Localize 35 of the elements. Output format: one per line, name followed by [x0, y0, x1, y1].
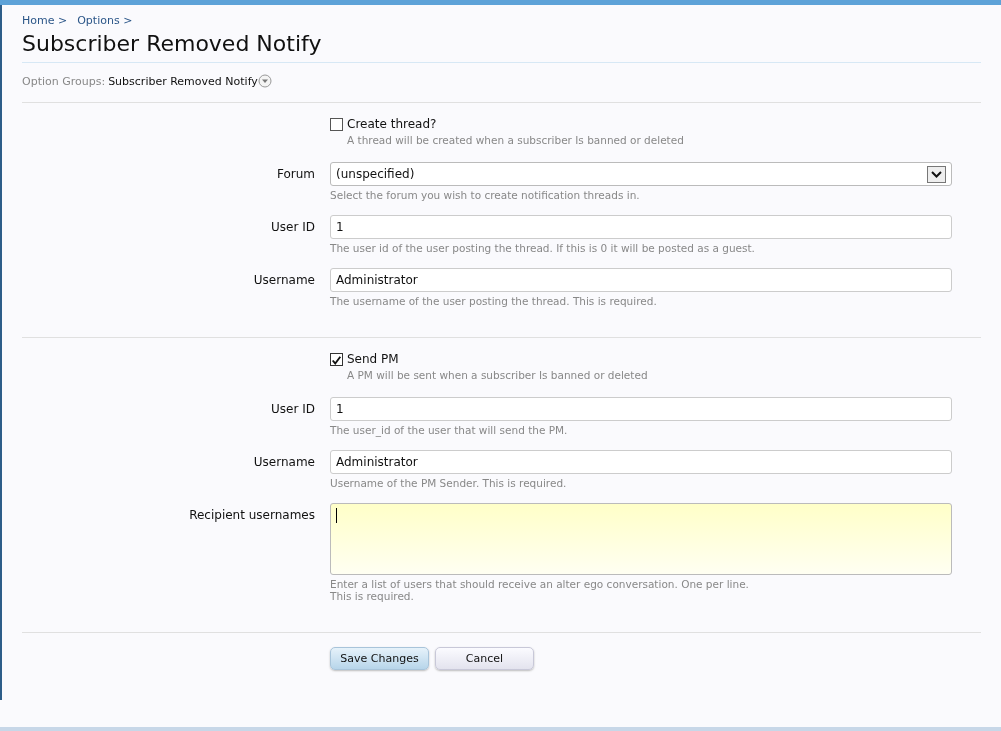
dropdown-icon[interactable] — [257, 74, 272, 88]
hint-text: Enter a list of users that should receive an alter ego conversation. One per line. — [330, 578, 750, 590]
checkbox-label[interactable]: Send PM — [347, 352, 399, 366]
field-label: Recipient usernames — [188, 507, 316, 524]
hint-text: A PM will be sent when a subscriber Is banned or deleted — [346, 369, 649, 381]
forum-dropdown[interactable]: (unspecified) — [330, 162, 952, 186]
checkbox[interactable] — [330, 117, 343, 131]
hint-text: This is required. — [330, 590, 415, 602]
form-button[interactable]: Cancel — [435, 647, 534, 670]
text-cursor — [336, 508, 337, 523]
input-field[interactable]: 1 — [330, 397, 952, 421]
hint-text: The username of the user posting the thread. This is required. — [330, 295, 658, 307]
input-field[interactable]: Administrator — [330, 450, 952, 474]
field-label: Forum — [275, 166, 316, 183]
form-button[interactable]: Save Changes — [330, 647, 429, 670]
input-field[interactable]: Administrator — [330, 268, 952, 292]
option-groups-label: Option Groups: — [22, 74, 106, 88]
hint-text: The user_id of the user that will send the PM. — [330, 424, 569, 436]
checkbox-label[interactable]: Create thread? — [347, 117, 437, 131]
page-title: Subscriber Removed Notify — [22, 31, 981, 63]
hint-text: The user id of the user posting the thread. If this is 0 it will be posted as a guest. — [330, 242, 756, 254]
input-field[interactable]: 1 — [330, 215, 952, 239]
option-group-name: Subscriber Removed Notify — [108, 74, 258, 88]
textarea-field[interactable] — [330, 503, 952, 575]
hint-text: Select the forum you wish to create notification threads in. — [330, 189, 641, 201]
field-label: Username — [252, 454, 316, 471]
hint-text: Username of the PM Sender. This is required. — [330, 477, 568, 489]
hint-text: A thread will be created when a subscriber Is banned or deleted — [346, 134, 685, 146]
chevron-down-icon[interactable] — [927, 165, 946, 183]
field-label: User ID — [270, 219, 316, 236]
breadcrumb-link[interactable]: Options > — [77, 14, 133, 27]
breadcrumb-link[interactable]: Home > — [22, 14, 68, 27]
checkbox[interactable] — [330, 352, 343, 366]
field-label: Username — [252, 272, 316, 289]
field-label: User ID — [270, 401, 316, 418]
